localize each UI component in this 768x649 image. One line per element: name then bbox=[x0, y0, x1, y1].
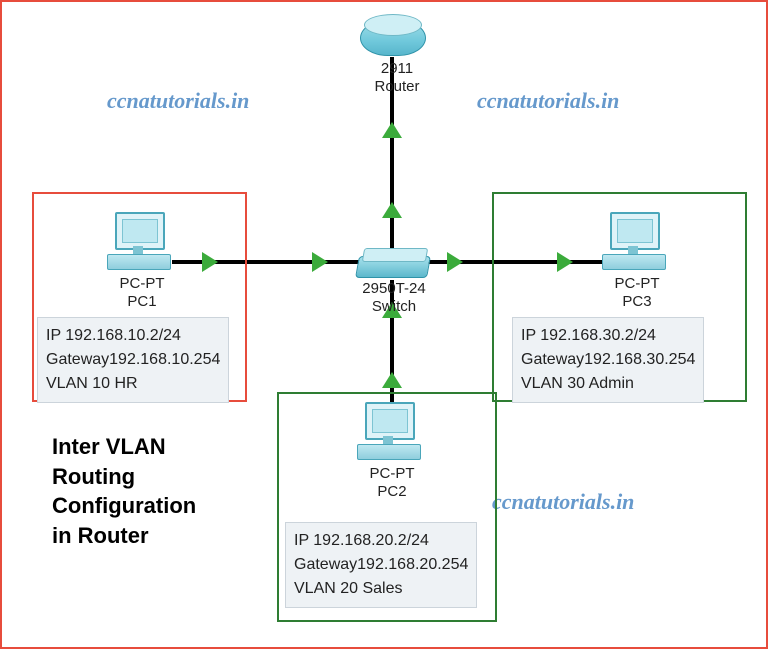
pc1-name: PC1 bbox=[127, 293, 156, 310]
pc2-info: IP 192.168.20.2/24 Gateway192.168.20.254… bbox=[285, 522, 477, 608]
router-name: Router bbox=[374, 78, 419, 95]
pc2-icon[interactable] bbox=[357, 402, 427, 462]
switch-icon[interactable] bbox=[357, 248, 427, 278]
pc3-vlan: VLAN 30 Admin bbox=[521, 372, 695, 396]
pc2-name: PC2 bbox=[377, 483, 406, 500]
diagram-title: Inter VLAN Routing Configuration in Rout… bbox=[52, 432, 196, 551]
pc3-type: PC-PT bbox=[615, 275, 660, 292]
router-label: 2911 Router bbox=[367, 60, 427, 96]
pc3-name: PC3 bbox=[622, 293, 651, 310]
pc2-ip: IP 192.168.20.2/24 bbox=[294, 529, 468, 553]
link-status-icon bbox=[382, 372, 402, 388]
pc2-type: PC-PT bbox=[370, 465, 415, 482]
pc2-vlan: VLAN 20 Sales bbox=[294, 577, 468, 601]
pc1-type: PC-PT bbox=[120, 275, 165, 292]
link-status-icon bbox=[382, 202, 402, 218]
pc1-icon[interactable] bbox=[107, 212, 177, 272]
topology-canvas: ccnatutorials.in ccnatutorials.in ccnatu… bbox=[0, 0, 768, 649]
pc1-vlan: VLAN 10 HR bbox=[46, 372, 220, 396]
pc3-label: PC-PT PC3 bbox=[602, 275, 672, 311]
link-status-icon bbox=[312, 252, 328, 272]
pc1-ip: IP 192.168.10.2/24 bbox=[46, 324, 220, 348]
pc2-gateway: Gateway192.168.20.254 bbox=[294, 553, 468, 577]
pc3-gateway: Gateway192.168.30.254 bbox=[521, 348, 695, 372]
watermark-top-right: ccnatutorials.in bbox=[477, 88, 619, 114]
switch-name: Switch bbox=[372, 298, 416, 315]
link-status-icon bbox=[382, 122, 402, 138]
pc2-label: PC-PT PC2 bbox=[357, 465, 427, 501]
pc3-icon[interactable] bbox=[602, 212, 672, 272]
link-status-icon bbox=[447, 252, 463, 272]
switch-model: 2950T-24 bbox=[362, 280, 425, 297]
pc1-label: PC-PT PC1 bbox=[107, 275, 177, 311]
router-model: 2911 bbox=[381, 60, 413, 77]
pc3-ip: IP 192.168.30.2/24 bbox=[521, 324, 695, 348]
router-icon[interactable] bbox=[360, 14, 424, 60]
pc3-info: IP 192.168.30.2/24 Gateway192.168.30.254… bbox=[512, 317, 704, 403]
pc1-gateway: Gateway192.168.10.254 bbox=[46, 348, 220, 372]
switch-label: 2950T-24 Switch bbox=[354, 280, 434, 316]
pc1-info: IP 192.168.10.2/24 Gateway192.168.10.254… bbox=[37, 317, 229, 403]
watermark-top-left: ccnatutorials.in bbox=[107, 88, 249, 114]
watermark-bottom-right: ccnatutorials.in bbox=[492, 489, 634, 515]
